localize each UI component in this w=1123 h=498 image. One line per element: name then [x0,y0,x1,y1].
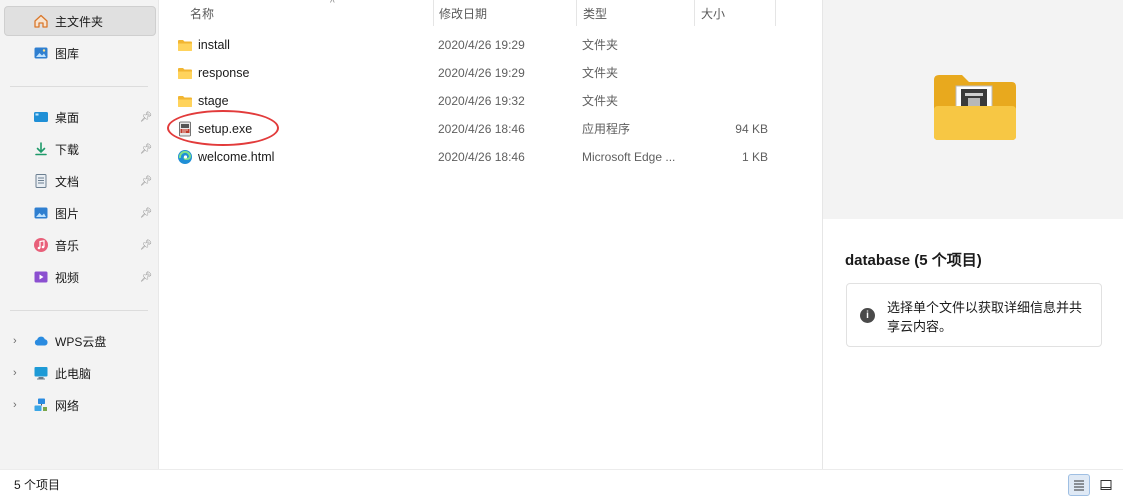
sidebar-item-music[interactable]: 音乐 📌︎ [4,230,156,260]
file-type: 文件夹 [582,94,619,108]
column-header-type[interactable]: 类型 [577,0,695,26]
sidebar-item-wps-cloud[interactable]: › WPS云盘 [4,326,156,356]
sidebar-item-gallery[interactable]: 图库 [4,38,156,68]
info-message: 选择单个文件以获取详细信息并共享云内容。 [887,300,1083,334]
chevron-right-icon[interactable]: › [13,335,23,347]
file-type: Microsoft Edge ... [582,150,676,164]
file-name: welcome.html [198,150,275,164]
details-view-button[interactable] [1068,474,1090,496]
tiles-view-button[interactable] [1095,474,1117,496]
pin-icon[interactable]: 📌︎ [140,111,153,123]
file-row[interactable]: stage 2020/4/26 19:32 文件夹 [173,87,813,115]
sidebar-item-label: 主文件夹 [55,14,104,29]
desktop-icon [33,109,49,125]
sidebar-item-label: 视频 [55,270,80,285]
details-folder-title: database (5 个项目) [845,252,982,269]
sidebar-divider [10,86,148,87]
sidebar-item-label: 图库 [55,46,80,61]
file-type: 应用程序 [582,122,631,136]
sidebar-item-label: 图片 [55,206,80,221]
list-view-icon [1074,480,1084,491]
tile-view-icon [1100,480,1112,490]
file-size: 1 KB [741,150,768,164]
pin-icon[interactable]: 📌︎ [140,207,153,219]
details-info-section: database (5 个项目) i 选择单个文件以获取详细信息并共享云内容。 [823,219,1123,469]
sidebar-item-label: 下载 [55,142,80,157]
folder-preview-icon [932,72,1018,145]
gallery-icon [33,45,49,61]
download-icon [33,141,49,157]
navigation-pane: 主文件夹 图库 桌面 📌︎ 下载 📌︎ 文档 📌︎ 图片 📌︎ 音乐 📌︎ 视频… [0,0,159,469]
network-icon [33,397,49,413]
sidebar-item-home[interactable]: 主文件夹 [4,6,156,36]
status-bar: 5 个项目 [0,469,1123,498]
file-modified: 2020/4/26 19:29 [438,38,525,52]
pin-icon[interactable]: 📌︎ [140,271,153,283]
sidebar-item-this-pc[interactable]: › 此电脑 [4,358,156,388]
column-header-name[interactable]: 名称 ^ [184,0,434,26]
file-size [693,87,768,115]
folder-icon [177,93,193,109]
sidebar-item-network[interactable]: › 网络 [4,390,156,420]
file-row[interactable]: welcome.html 2020/4/26 18:46 Microsoft E… [173,143,813,171]
pictures-icon [33,205,49,221]
document-icon [33,173,49,189]
file-row[interactable]: response 2020/4/26 19:29 文件夹 [173,59,813,87]
file-name: install [198,38,230,52]
column-header-size[interactable]: 大小 [695,0,776,26]
column-header-label: 修改日期 [439,6,488,21]
sidebar-item-label: 文档 [55,174,80,189]
column-header-label: 类型 [583,6,608,21]
sort-caret-icon: ^ [330,0,335,9]
column-header-label: 名称 [190,6,215,21]
sidebar-item-label: 桌面 [55,110,80,125]
preview-area [823,0,1123,219]
computer-icon [33,365,49,381]
file-type: 文件夹 [582,38,619,52]
sidebar-divider [10,310,148,311]
details-pane: database (5 个项目) i 选择单个文件以获取详细信息并共享云内容。 [822,0,1123,469]
home-icon [33,13,49,29]
chevron-right-icon[interactable]: › [13,367,23,379]
music-icon [33,237,49,253]
edge-icon [177,149,193,165]
chevron-right-icon[interactable]: › [13,399,23,411]
pin-icon[interactable]: 📌︎ [140,143,153,155]
file-modified: 2020/4/26 18:46 [438,122,525,136]
file-row[interactable]: install 2020/4/26 19:29 文件夹 [173,31,813,59]
sidebar-item-label: 网络 [55,398,80,413]
sidebar-item-pictures[interactable]: 图片 📌︎ [4,198,156,228]
pin-icon[interactable]: 📌︎ [140,175,153,187]
file-modified: 2020/4/26 19:32 [438,94,525,108]
folder-icon [177,65,193,81]
info-icon: i [860,308,875,323]
info-card: i 选择单个文件以获取详细信息并共享云内容。 [846,283,1102,347]
file-size [693,31,768,59]
sidebar-item-desktop[interactable]: 桌面 📌︎ [4,102,156,132]
sidebar-item-label: 音乐 [55,238,80,253]
sidebar-item-downloads[interactable]: 下载 📌︎ [4,134,156,164]
cloud-icon [33,333,49,349]
sidebar-item-videos[interactable]: 视频 📌︎ [4,262,156,292]
sidebar-item-label: 此电脑 [55,366,92,381]
column-header-label: 大小 [701,6,726,21]
highlight-annotation [167,110,279,146]
sidebar-item-label: WPS云盘 [55,334,107,349]
file-name: response [198,66,250,80]
video-icon [33,269,49,285]
folder-icon [177,37,193,53]
file-modified: 2020/4/26 18:46 [438,150,525,164]
pin-icon[interactable]: 📌︎ [140,239,153,251]
file-type: 文件夹 [582,66,619,80]
item-count: 5 个项目 [14,478,61,492]
column-header-modified[interactable]: 修改日期 [433,0,577,26]
sidebar-item-documents[interactable]: 文档 📌︎ [4,166,156,196]
file-list-view: 名称 ^ 修改日期 类型 大小 install 2020/4/26 19:29 … [159,0,822,469]
file-size [693,59,768,87]
file-modified: 2020/4/26 19:29 [438,66,525,80]
file-size: 94 KB [735,122,768,136]
